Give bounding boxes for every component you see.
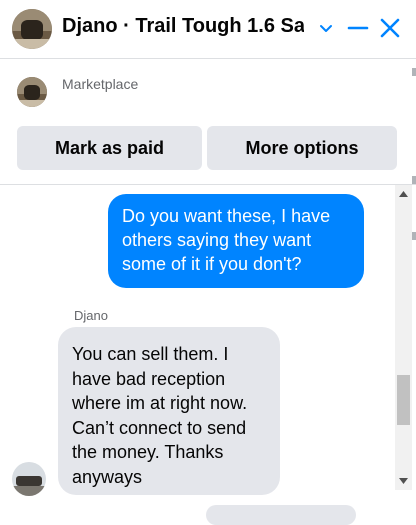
scroll-down-arrow-icon[interactable] (398, 476, 409, 486)
marketplace-panel: Marketplace Mark as paid More options (0, 59, 416, 185)
marketplace-label: Marketplace (62, 76, 139, 92)
sender-name: Djano (74, 308, 108, 323)
outgoing-message[interactable]: Do you want these, I have others saying … (108, 194, 364, 288)
next-message-bubble (206, 505, 356, 525)
scroll-up-arrow-icon[interactable] (398, 189, 409, 199)
minimize-icon[interactable] (342, 12, 374, 44)
chat-scrollbar[interactable] (395, 185, 412, 490)
listing-thumbnail (17, 77, 47, 107)
conversation-title[interactable]: Djano · Trail Tough 1.6 Sam... (62, 15, 304, 38)
seller-avatar[interactable] (12, 9, 52, 49)
message-thread: Do you want these, I have others saying … (0, 185, 416, 512)
incoming-message[interactable]: You can sell them. I have bad reception … (58, 327, 280, 495)
adjacent-window-edge (412, 176, 416, 184)
scrollbar-thumb[interactable] (397, 375, 410, 425)
close-icon[interactable] (374, 12, 406, 44)
more-options-button[interactable]: More options (207, 126, 397, 170)
adjacent-window-edge (412, 232, 416, 240)
chat-header: Djano · Trail Tough 1.6 Sam... (0, 0, 416, 59)
sender-avatar[interactable] (12, 462, 46, 496)
chevron-down-icon[interactable] (310, 12, 342, 44)
mark-as-paid-button[interactable]: Mark as paid (17, 126, 202, 170)
adjacent-window-edge (412, 68, 416, 76)
